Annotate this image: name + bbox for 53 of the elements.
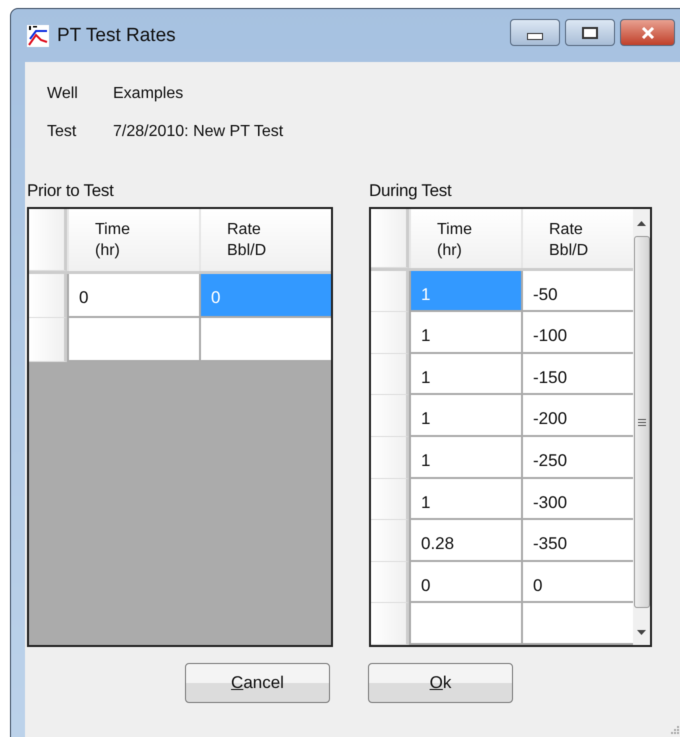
row-header[interactable] <box>371 562 409 604</box>
chart-icon <box>27 24 49 46</box>
resize-grip-icon[interactable] <box>669 724 679 734</box>
grid-title: During Test <box>369 181 453 201</box>
row-header[interactable] <box>371 354 409 396</box>
close-button[interactable] <box>620 19 675 46</box>
field-value: 7/28/2010: New PT Test <box>113 123 284 141</box>
table-cell[interactable] <box>67 318 199 362</box>
grid-title: Prior to Test <box>27 181 115 201</box>
column-header[interactable]: Time (hr) <box>409 209 521 268</box>
row-header[interactable] <box>371 478 409 520</box>
row-header[interactable] <box>371 436 409 479</box>
table-cell[interactable]: 1 <box>409 395 521 437</box>
row-header[interactable] <box>29 318 67 362</box>
scroll-up-icon[interactable] <box>637 221 646 226</box>
table-cell[interactable] <box>199 318 331 362</box>
minimize-button[interactable] <box>510 19 560 46</box>
row-header[interactable] <box>371 603 409 645</box>
field-label: Test <box>47 123 78 141</box>
table-cell[interactable]: 1 <box>409 436 521 479</box>
table-cell[interactable]: -150 <box>521 354 633 396</box>
table-cell[interactable] <box>409 603 521 645</box>
row-header[interactable] <box>371 520 409 562</box>
table-cell[interactable]: -350 <box>521 520 633 562</box>
field-label: Well <box>47 85 79 103</box>
table-cell[interactable]: -100 <box>521 312 633 354</box>
table-cell[interactable]: 0 <box>521 562 633 604</box>
column-header[interactable]: Time (hr) <box>67 209 199 271</box>
field-value: Examples <box>113 85 184 103</box>
table-cell[interactable]: -200 <box>521 395 633 437</box>
maximize-button[interactable] <box>565 19 615 46</box>
table-cell[interactable]: 1 <box>409 312 521 354</box>
table-cell[interactable]: -250 <box>521 436 633 479</box>
table-cell[interactable]: 0 <box>409 562 521 604</box>
table-cell[interactable]: 1 <box>409 354 521 396</box>
scroll-thumb[interactable] <box>634 236 650 608</box>
vertical-scrollbar[interactable] <box>633 209 650 645</box>
table-cell[interactable]: 0 <box>67 274 199 318</box>
table-cell[interactable]: -50 <box>521 270 633 312</box>
column-header[interactable]: Rate Bbl/D <box>199 209 331 271</box>
row-header[interactable] <box>371 395 409 437</box>
table-cell[interactable]: 1 <box>409 478 521 520</box>
cancel-button[interactable]: Cancel <box>185 663 330 703</box>
row-header[interactable] <box>371 312 409 354</box>
close-icon <box>640 26 656 38</box>
row-header[interactable] <box>29 274 67 318</box>
ok-button[interactable]: Ok <box>368 663 513 703</box>
window-title: PT Test Rates <box>57 24 176 46</box>
table-cell[interactable]: -300 <box>521 478 633 520</box>
scroll-down-icon[interactable] <box>637 630 646 635</box>
table-cell[interactable] <box>521 603 633 645</box>
table-cell[interactable]: 0.28 <box>409 520 521 562</box>
row-header[interactable] <box>371 270 409 312</box>
